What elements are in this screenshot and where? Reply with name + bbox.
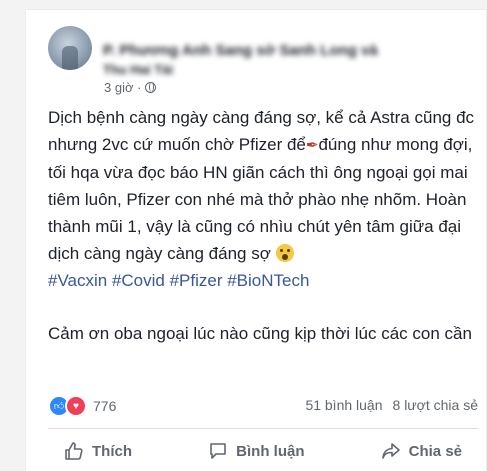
post-header: P. Phương Anh Sang sở Sanh Long và Thu H… xyxy=(48,24,478,95)
comment-button[interactable]: Bình luận xyxy=(192,441,320,461)
action-bar: Thích Bình luận Chia sẻ xyxy=(48,434,478,468)
like-button[interactable]: Thích xyxy=(48,441,148,461)
share-label: Chia sẻ xyxy=(408,442,462,460)
reaction-count: 776 xyxy=(93,398,117,414)
author-name-continued[interactable]: Thu Hai Tài xyxy=(103,62,173,77)
like-label: Thích xyxy=(92,442,132,460)
thumbs-up-icon xyxy=(65,442,83,460)
post-paragraph-1: Dịch bệnh càng ngày càng đáng sợ, kể cả … xyxy=(48,104,478,267)
hashtags[interactable]: #Vacxin #Covid #Pfizer #BioNTech xyxy=(48,267,478,294)
share-button[interactable]: Chia sẻ xyxy=(365,441,478,461)
syringe-icon: ✒ xyxy=(305,137,319,154)
share-icon xyxy=(381,443,400,459)
love-reaction-icon: ♥ xyxy=(65,395,87,417)
post-time[interactable]: 3 giờ · xyxy=(104,80,141,95)
post-card: P. Phương Anh Sang sở Sanh Long và Thu H… xyxy=(26,10,486,471)
comment-label: Bình luận xyxy=(236,442,305,460)
engagement-counts: 51 bình luận 8 lượt chia sẻ xyxy=(305,397,478,413)
post-text-part-2: đúng như mong đợi, tối hqa vừa đọc báo H… xyxy=(48,135,473,263)
post-paragraph-2: Cảm ơn oba ngoại lúc nào cũng kịp thời l… xyxy=(48,324,472,343)
surprised-emoji-icon xyxy=(275,244,294,262)
avatar[interactable] xyxy=(48,26,92,70)
share-count[interactable]: 8 lượt chia sẻ xyxy=(393,397,478,413)
post-meta: 3 giờ · xyxy=(104,80,157,95)
divider xyxy=(48,428,478,429)
comment-count[interactable]: 51 bình luận xyxy=(305,397,382,413)
reactions-summary[interactable]: 👍︎ ♥ 776 xyxy=(48,395,116,417)
post-body: Dịch bệnh càng ngày càng đáng sợ, kể cả … xyxy=(48,104,478,347)
author-name[interactable]: P. Phương Anh Sang sở Sanh Long và xyxy=(103,42,378,59)
globe-icon xyxy=(145,82,157,93)
comment-icon xyxy=(210,443,226,459)
post-stats: 👍︎ ♥ 776 51 bình luận 8 lượt chia sẻ xyxy=(48,393,478,417)
